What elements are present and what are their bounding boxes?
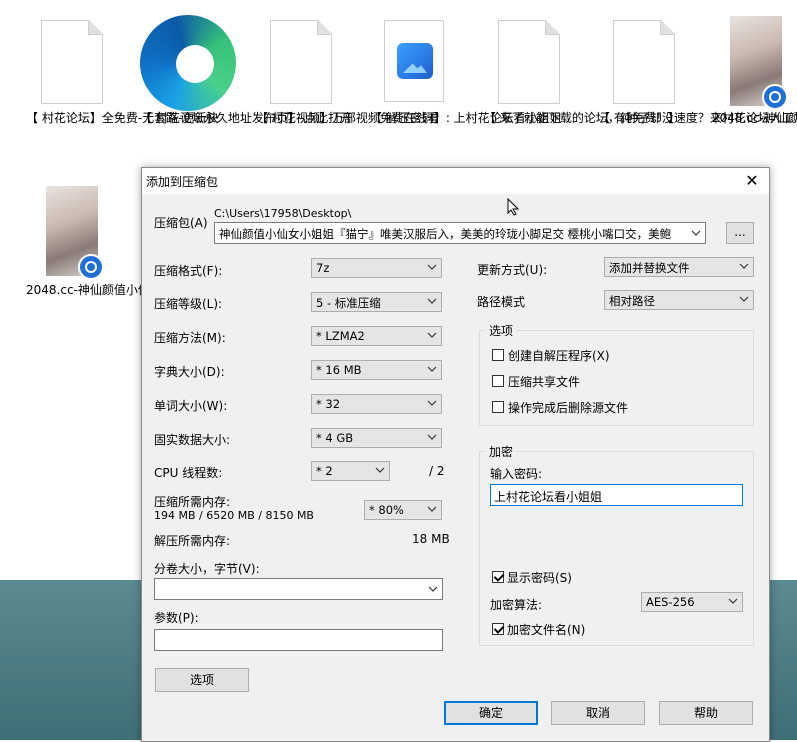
player-badge-icon	[762, 84, 788, 110]
compress-shared-checkbox[interactable]	[492, 375, 504, 387]
split-size-input[interactable]	[154, 578, 443, 600]
mouse-cursor-icon	[507, 198, 519, 216]
chevron-down-icon	[427, 366, 437, 372]
create-sfx-label: 创建自解压程序(X)	[508, 349, 610, 363]
ok-button[interactable]: 确定	[444, 701, 538, 725]
format-value: 7z	[316, 261, 330, 275]
path-mode-label: 路径模式	[477, 295, 526, 309]
path-mode-select[interactable]: 相对路径	[604, 290, 754, 310]
format-label: 压缩格式(F):	[154, 264, 223, 278]
memory-percent-select[interactable]: * 80%	[364, 500, 442, 520]
word-size-select[interactable]: * 32	[311, 394, 442, 414]
archive-directory: C:\Users\17958\Desktop\	[214, 207, 352, 220]
delete-after-checkbox[interactable]	[492, 401, 504, 413]
encryption-group: 加密 输入密码: 上村花论坛看小姐姐 显示密码(S) 加密算法: AES-256…	[479, 443, 754, 646]
encrypt-names-label: 加密文件名(N)	[507, 623, 586, 637]
chevron-down-icon	[427, 332, 437, 338]
chevron-down-icon	[375, 467, 385, 473]
level-select[interactable]: 5 - 标准压缩	[311, 292, 442, 312]
format-select[interactable]: 7z	[311, 258, 442, 278]
method-select[interactable]: * LZMA2	[311, 326, 442, 346]
dialog-title: 添加到压缩包	[146, 175, 219, 189]
encryption-group-caption: 加密	[486, 443, 517, 460]
dictionary-label: 字典大小(D):	[154, 365, 225, 379]
chevron-down-icon	[428, 586, 438, 592]
options-group-caption: 选项	[486, 322, 517, 339]
dictionary-value: * 16 MB	[316, 363, 362, 377]
browse-button[interactable]: ...	[726, 222, 754, 244]
archive-label: 压缩包(A)	[154, 216, 208, 230]
update-mode-select[interactable]: 添加并替换文件	[604, 257, 754, 277]
update-mode-value: 添加并替换文件	[609, 261, 690, 275]
help-button[interactable]: 帮助	[659, 701, 753, 725]
show-password-checkbox[interactable]	[492, 571, 504, 583]
solid-size-value: * 4 GB	[316, 431, 354, 445]
level-label: 压缩等级(L):	[154, 297, 223, 311]
chevron-down-icon	[427, 264, 437, 270]
document-icon[interactable]	[270, 20, 332, 104]
chevron-down-icon	[427, 506, 437, 512]
password-value: 上村花论坛看小姐姐	[494, 490, 603, 504]
memory-label: 压缩所需内存:	[154, 495, 231, 509]
memory-percent-value: * 80%	[369, 503, 404, 517]
chevron-down-icon	[739, 263, 749, 269]
cpu-threads-label: CPU 线程数:	[154, 466, 223, 480]
method-label: 压缩方法(M):	[154, 331, 226, 345]
add-to-archive-dialog: 添加到压缩包 ✕ 压缩包(A) C:\Users\17958\Desktop\ …	[141, 167, 770, 742]
chevron-down-icon	[691, 230, 701, 236]
show-password-label: 显示密码(S)	[507, 571, 572, 585]
solid-size-label: 固实数据大小:	[154, 433, 231, 447]
video-thumbnail-icon[interactable]	[46, 186, 104, 280]
path-mode-value: 相对路径	[609, 294, 655, 308]
encrypt-names-checkbox[interactable]	[492, 623, 504, 635]
options-group: 选项 创建自解压程序(X) 压缩共享文件 操作完成后删除源文件	[479, 322, 754, 426]
cancel-button[interactable]: 取消	[551, 701, 645, 725]
compress-shared-label: 压缩共享文件	[508, 375, 581, 389]
cpu-threads-value: * 2	[316, 464, 333, 478]
options-button[interactable]: 选项	[155, 668, 249, 692]
update-mode-label: 更新方式(U):	[477, 263, 548, 277]
close-icon[interactable]: ✕	[735, 168, 769, 194]
method-value: * LZMA2	[316, 329, 365, 343]
delete-after-label: 操作完成后删除源文件	[508, 401, 629, 415]
video-thumbnail-icon[interactable]	[730, 16, 788, 110]
edge-browser-icon[interactable]	[140, 15, 236, 111]
cpu-threads-total: / 2	[429, 464, 445, 478]
encryption-method-select[interactable]: AES-256	[641, 592, 743, 612]
chevron-down-icon	[427, 298, 437, 304]
document-icon[interactable]	[41, 20, 103, 104]
word-size-value: * 32	[316, 397, 341, 411]
cpu-threads-select[interactable]: * 2	[311, 461, 390, 481]
title-bar: 添加到压缩包 ✕	[142, 168, 769, 194]
player-badge-icon	[78, 254, 104, 280]
create-sfx-checkbox[interactable]	[492, 349, 504, 361]
level-value: 5 - 标准压缩	[316, 296, 381, 310]
chevron-down-icon	[739, 296, 749, 302]
memory-value: 194 MB / 6520 MB / 8150 MB	[154, 509, 314, 522]
archive-name-input[interactable]: 神仙颜值小仙女小姐姐『猫宁』唯美汉服后入，美美的玲珑小脚足交 樱桃小嘴口交，美鲍	[214, 222, 706, 244]
params-input[interactable]	[154, 629, 443, 651]
archive-name-value: 神仙颜值小仙女小姐姐『猫宁』唯美汉服后入，美美的玲珑小脚足交 樱桃小嘴口交，美鲍	[219, 227, 672, 241]
params-label: 参数(P):	[154, 611, 199, 625]
image-file-icon[interactable]	[384, 20, 444, 102]
document-icon[interactable]	[498, 20, 560, 104]
document-icon[interactable]	[613, 20, 675, 104]
word-size-label: 单词大小(W):	[154, 399, 228, 413]
chevron-down-icon	[728, 598, 738, 604]
decompress-memory-label: 解压所需内存:	[154, 534, 231, 548]
password-label: 输入密码:	[490, 467, 543, 481]
chevron-down-icon	[427, 400, 437, 406]
chevron-down-icon	[427, 434, 437, 440]
desktop-icon-label[interactable]: 2048.cc-神仙颜值小仙女小姐姐『猫宁』 黑丝猫耳女仆装啪，	[712, 110, 797, 172]
encryption-method-label: 加密算法:	[490, 598, 543, 612]
password-input[interactable]: 上村花论坛看小姐姐	[490, 484, 743, 506]
split-size-label: 分卷大小，字节(V):	[154, 562, 260, 576]
encryption-method-value: AES-256	[646, 595, 695, 609]
dictionary-select[interactable]: * 16 MB	[311, 360, 442, 380]
solid-size-select[interactable]: * 4 GB	[311, 428, 442, 448]
decompress-memory-value: 18 MB	[412, 532, 450, 546]
